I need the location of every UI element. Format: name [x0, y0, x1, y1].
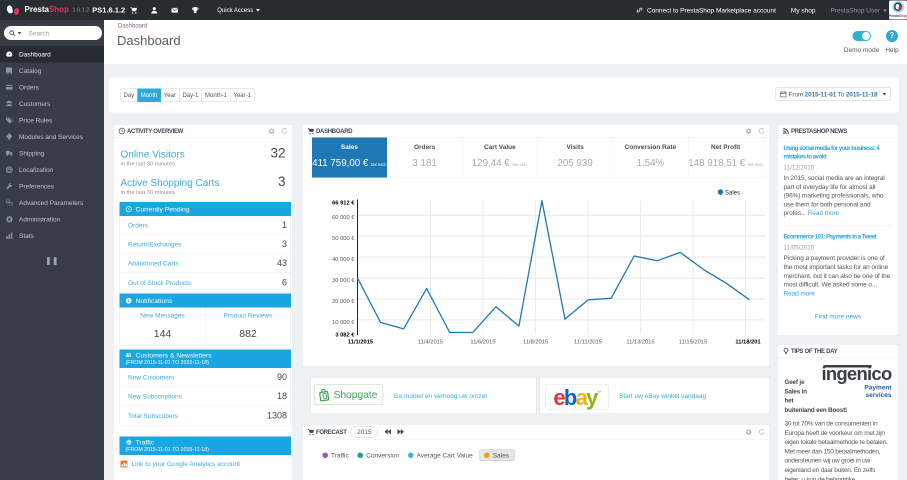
svg-text:40 000 €: 40 000 €	[332, 257, 355, 263]
svg-text:66 912 €: 66 912 €	[332, 201, 355, 207]
svg-text:60 000 €: 60 000 €	[332, 215, 355, 221]
svg-text:11/11/2015: 11/11/2015	[574, 340, 602, 346]
svg-text:11/13/2015: 11/13/2015	[626, 340, 654, 346]
svg-text:10 000 €: 10 000 €	[332, 320, 355, 326]
svg-text:50 000 €: 50 000 €	[332, 236, 355, 242]
svg-text:11/1/2015: 11/1/2015	[348, 340, 374, 346]
svg-text:30 000 €: 30 000 €	[332, 278, 355, 284]
svg-text:11/15/2015: 11/15/2015	[679, 340, 707, 346]
svg-text:20 000 €: 20 000 €	[332, 299, 355, 305]
svg-text:3 082 €: 3 082 €	[335, 333, 355, 339]
svg-text:11/8/2015: 11/8/2015	[523, 340, 548, 346]
svg-text:Sales: Sales	[725, 190, 740, 196]
svg-text:11/6/2015: 11/6/2015	[470, 340, 495, 346]
svg-text:11/18/201: 11/18/201	[735, 340, 761, 346]
svg-text:11/4/2015: 11/4/2015	[418, 340, 443, 346]
